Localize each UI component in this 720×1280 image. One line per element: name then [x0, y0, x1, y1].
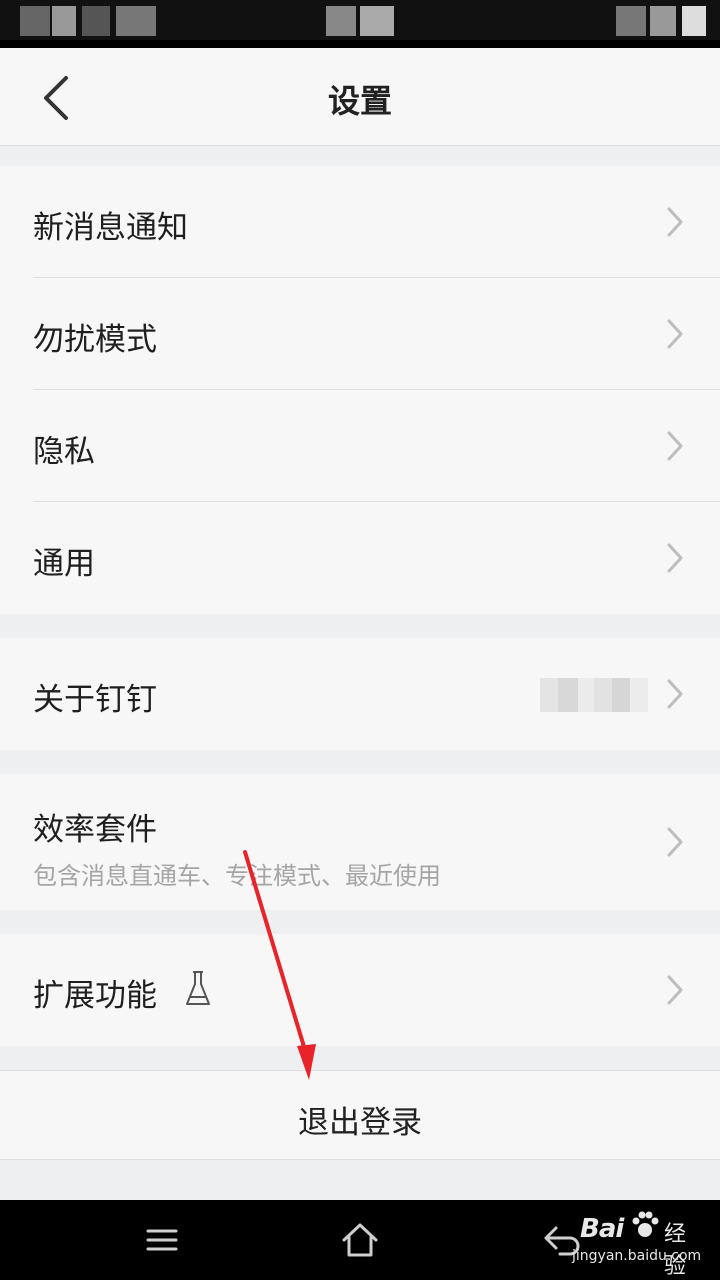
- settings-group-extensions: 扩展功能: [0, 934, 720, 1046]
- settings-row-efficiency-suite[interactable]: 效率套件 包含消息直通车、专注模式、最近使用: [0, 774, 720, 910]
- paw-icon: [632, 1211, 659, 1237]
- row-label: 扩展功能: [33, 978, 157, 1014]
- watermark-url: jingyan.baidu.com: [572, 1248, 702, 1264]
- obscured-block: [82, 6, 110, 36]
- obscured-block: [630, 678, 648, 712]
- row-label: 效率套件: [33, 812, 157, 848]
- obscured-block: [578, 678, 594, 712]
- chevron-right-icon: [667, 679, 683, 709]
- obscured-block: [558, 678, 578, 712]
- chevron-right-icon: [667, 207, 683, 237]
- watermark-brand: Bai: [580, 1214, 624, 1244]
- obscured-block: [594, 678, 612, 712]
- home-button[interactable]: [338, 1218, 382, 1262]
- obscured-block: [52, 6, 76, 36]
- status-bar: [0, 0, 720, 48]
- obscured-block: [360, 6, 394, 36]
- menu-icon: [146, 1229, 178, 1251]
- settings-group-general: 新消息通知 勿扰模式 隐私 通用: [0, 166, 720, 614]
- obscured-block: [20, 6, 50, 36]
- chevron-right-icon: [667, 827, 683, 857]
- chevron-right-icon: [667, 543, 683, 573]
- settings-row-notifications[interactable]: 新消息通知: [0, 166, 720, 278]
- row-label: 隐私: [33, 434, 95, 470]
- page-title: 设置: [327, 82, 392, 120]
- settings-row-general[interactable]: 通用: [0, 502, 720, 614]
- obscured-block: [682, 6, 706, 36]
- settings-group-about: 关于钉钉: [0, 638, 720, 750]
- obscured-block: [616, 6, 646, 36]
- obscured-block: [540, 678, 558, 712]
- row-label: 通用: [33, 546, 95, 582]
- version-value-obscured: [540, 678, 648, 712]
- obscured-block: [326, 6, 356, 36]
- flask-icon: [186, 971, 210, 1005]
- home-icon: [342, 1223, 378, 1257]
- settings-row-dnd[interactable]: 勿扰模式: [0, 278, 720, 390]
- row-label: 关于钉钉: [33, 682, 157, 718]
- system-nav-bar: Bai 经验 jingyan.baidu.com: [0, 1200, 720, 1280]
- settings-row-about[interactable]: 关于钉钉: [0, 638, 720, 750]
- nav-header: 设置: [0, 48, 720, 146]
- settings-row-privacy[interactable]: 隐私: [0, 390, 720, 502]
- row-label: 勿扰模式: [33, 322, 157, 358]
- chevron-right-icon: [667, 319, 683, 349]
- logout-label: 退出登录: [298, 1105, 422, 1141]
- menu-button[interactable]: [140, 1218, 184, 1262]
- chevron-right-icon: [667, 975, 683, 1005]
- obscured-block: [116, 6, 156, 36]
- baidu-jingyan-watermark: Bai 经验 jingyan.baidu.com: [536, 1211, 706, 1279]
- chevron-right-icon: [667, 431, 683, 461]
- obscured-block: [650, 6, 676, 36]
- row-subtitle: 包含消息直通车、专注模式、最近使用: [33, 862, 441, 890]
- row-label: 新消息通知: [33, 210, 188, 246]
- logout-button[interactable]: 退出登录: [0, 1070, 720, 1160]
- settings-row-extensions[interactable]: 扩展功能: [0, 934, 720, 1046]
- settings-group-efficiency: 效率套件 包含消息直通车、专注模式、最近使用: [0, 774, 720, 910]
- obscured-block: [612, 678, 630, 712]
